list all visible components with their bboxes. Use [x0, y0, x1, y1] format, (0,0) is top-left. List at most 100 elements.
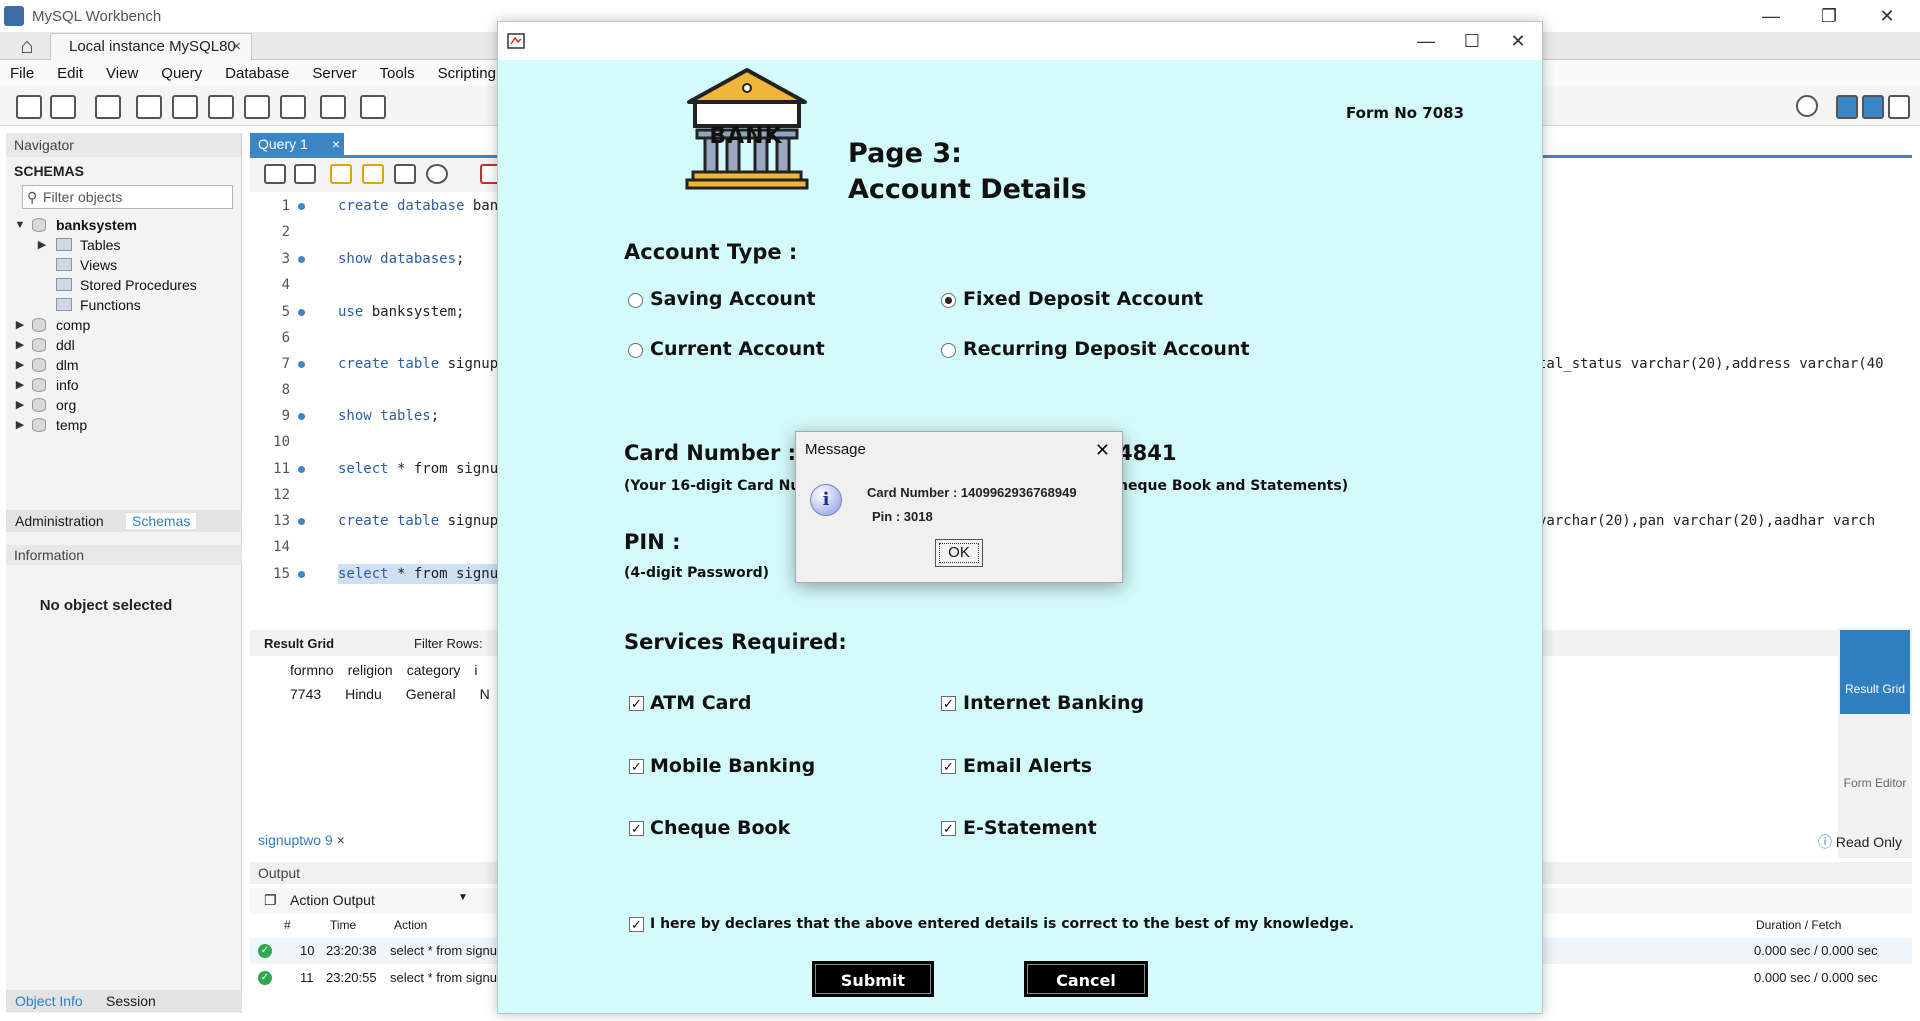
inspector-icon[interactable] [95, 95, 121, 119]
dialog-close-icon[interactable]: ✕ [1095, 432, 1110, 468]
menu-query[interactable]: Query [161, 65, 202, 82]
grid-cell[interactable]: 7743 [290, 686, 321, 702]
new-sql-tab-icon[interactable] [16, 95, 42, 119]
tree-item-comp[interactable]: ▶ comp [6, 315, 241, 335]
menu-file[interactable]: File [10, 65, 34, 82]
form-close-icon[interactable]: ✕ [1496, 26, 1540, 56]
declaration-text[interactable]: I here by declares that the above entere… [650, 916, 1354, 932]
create-view-icon[interactable] [208, 95, 234, 119]
result-tab[interactable]: signuptwo 9 × [258, 832, 345, 848]
current-account-label[interactable]: Current Account [650, 338, 825, 360]
editor-line[interactable]: 3 show databases; [250, 249, 500, 269]
menu-server[interactable]: Server [312, 65, 356, 82]
grid-data-row[interactable]: 7743 Hindu General N [290, 686, 490, 702]
toggle-output-icon[interactable] [1862, 95, 1884, 119]
close-tab-icon[interactable]: × [232, 34, 241, 60]
result-grid-label[interactable]: Result Grid [264, 636, 334, 651]
save-icon[interactable] [294, 164, 316, 184]
saving-account-label[interactable]: Saving Account [650, 288, 816, 310]
tree-item-functions[interactable]: Functions [6, 295, 241, 315]
declaration-checkbox[interactable]: ✓ [629, 917, 644, 932]
tab-administration[interactable]: Administration [15, 513, 104, 529]
close-query-tab-icon[interactable]: × [332, 133, 340, 155]
create-function-icon[interactable] [280, 95, 306, 119]
tree-item-tables[interactable]: ▶ Tables [6, 235, 241, 255]
editor-line[interactable]: 13 create table signup [250, 511, 500, 531]
recurring-deposit-radio[interactable] [941, 343, 956, 358]
editor-line[interactable]: 8 [250, 380, 500, 400]
settings-icon[interactable] [1796, 95, 1818, 117]
form-minimize-icon[interactable]: — [1404, 26, 1448, 56]
menu-view[interactable]: View [106, 65, 138, 82]
cheque-book-checkbox[interactable]: ✓ [629, 821, 644, 836]
fixed-deposit-radio[interactable] [941, 293, 956, 308]
editor-line[interactable]: 15 select * from signu [250, 564, 500, 584]
minimize-icon[interactable]: — [1742, 0, 1800, 32]
tab-session[interactable]: Session [106, 993, 156, 1009]
tree-item-stored-procedures[interactable]: Stored Procedures [6, 275, 241, 295]
editor-line[interactable]: 1 create database ban [250, 196, 500, 216]
collapse-arrow-icon[interactable]: ▶ [14, 315, 26, 335]
collapse-arrow-icon[interactable]: ▶ [14, 355, 26, 375]
side-form-editor-button[interactable]: Form Editor [1840, 724, 1910, 808]
mobile-banking-checkbox[interactable]: ✓ [629, 759, 644, 774]
internet-banking-label[interactable]: Internet Banking [963, 692, 1144, 714]
menu-tools[interactable]: Tools [380, 65, 415, 82]
recurring-deposit-label[interactable]: Recurring Deposit Account [963, 338, 1250, 360]
create-schema-icon[interactable] [136, 95, 162, 119]
copy-icon[interactable]: ❐ [264, 892, 277, 909]
editor-line[interactable]: 14 [250, 537, 500, 557]
collapse-arrow-icon[interactable]: ▶ [14, 335, 26, 355]
action-output-select[interactable]: Action Output [290, 892, 375, 908]
home-icon[interactable]: ⌂ [10, 34, 44, 58]
mobile-banking-label[interactable]: Mobile Banking [650, 755, 815, 777]
collapse-arrow-icon[interactable]: ▶ [14, 395, 26, 415]
tree-item-banksystem[interactable]: ▼ banksystem [6, 215, 241, 235]
editor-line[interactable]: 5 use banksystem; [250, 302, 500, 322]
editor-line[interactable]: 6 [250, 328, 500, 348]
search-table-data-icon[interactable] [320, 95, 346, 119]
execute-icon[interactable] [330, 164, 352, 184]
close-result-tab-icon[interactable]: × [337, 832, 345, 848]
grid-header[interactable]: i [474, 662, 477, 678]
explain-icon[interactable] [394, 164, 416, 184]
filter-objects-input[interactable]: Filter objects [22, 185, 233, 209]
toggle-secondary-sidebar-icon[interactable] [1888, 95, 1910, 119]
menu-scripting[interactable]: Scripting [438, 65, 496, 82]
internet-banking-checkbox[interactable]: ✓ [941, 696, 956, 711]
tree-item-dlm[interactable]: ▶ dlm [6, 355, 241, 375]
create-table-icon[interactable] [172, 95, 198, 119]
open-file-icon[interactable] [264, 164, 286, 184]
menu-edit[interactable]: Edit [57, 65, 83, 82]
create-procedure-icon[interactable] [244, 95, 270, 119]
dialog-ok-button[interactable]: OK [935, 539, 983, 567]
collapse-arrow-icon[interactable]: ▶ [14, 415, 26, 435]
grid-header[interactable]: religion [348, 662, 393, 678]
close-icon[interactable]: ✕ [1858, 0, 1916, 32]
email-alerts-label[interactable]: Email Alerts [963, 755, 1092, 777]
editor-line[interactable]: 4 [250, 275, 500, 295]
grid-cell[interactable]: N [480, 686, 490, 702]
grid-cell[interactable]: General [406, 686, 456, 702]
editor-line[interactable]: 2 [250, 222, 500, 242]
tree-item-ddl[interactable]: ▶ ddl [6, 335, 241, 355]
submit-button[interactable]: Submit [812, 961, 934, 997]
cancel-button[interactable]: Cancel [1024, 961, 1148, 997]
atm-card-checkbox[interactable]: ✓ [629, 696, 644, 711]
collapse-arrow-icon[interactable]: ▶ [14, 375, 26, 395]
connection-tab[interactable]: Local instance MySQL80 × [50, 33, 252, 60]
e-statement-checkbox[interactable]: ✓ [941, 821, 956, 836]
grid-cell[interactable]: Hindu [345, 686, 382, 702]
editor-line[interactable]: 12 [250, 485, 500, 505]
tree-item-info[interactable]: ▶ info [6, 375, 241, 395]
email-alerts-checkbox[interactable]: ✓ [941, 759, 956, 774]
grid-header[interactable]: formno [290, 662, 334, 678]
collapse-arrow-icon[interactable]: ▶ [36, 235, 48, 255]
expand-arrow-icon[interactable]: ▼ [14, 215, 26, 235]
tab-schemas[interactable]: Schemas [126, 513, 197, 529]
open-sql-script-icon[interactable] [50, 95, 76, 119]
editor-line[interactable]: 9 show tables; [250, 406, 500, 426]
execute-current-icon[interactable] [362, 164, 384, 184]
tree-item-org[interactable]: ▶ org [6, 395, 241, 415]
dropdown-arrow-icon[interactable]: ▼ [458, 892, 468, 903]
